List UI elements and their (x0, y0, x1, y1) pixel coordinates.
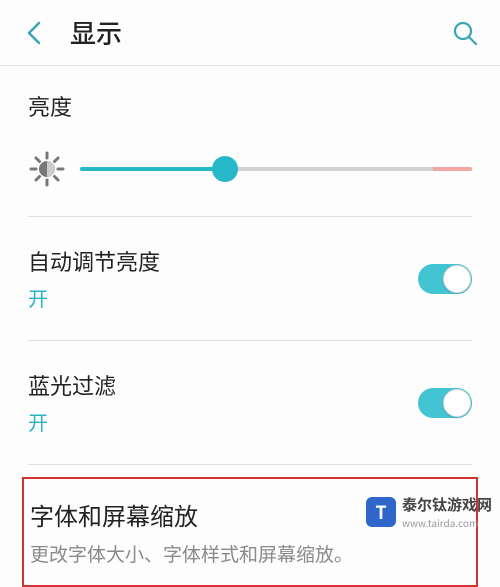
blue-light-status: 开 (28, 407, 418, 436)
page-title: 显示 (70, 14, 448, 51)
auto-brightness-status: 开 (28, 283, 418, 312)
font-zoom-title: 字体和屏幕缩放 (30, 497, 470, 532)
blue-light-row[interactable]: 蓝光过滤 开 (28, 341, 472, 465)
brightness-section: 亮度 (28, 66, 472, 217)
auto-brightness-title: 自动调节亮度 (28, 245, 418, 277)
back-button[interactable] (18, 16, 52, 50)
slider-thumb (212, 156, 238, 182)
brightness-label: 亮度 (28, 90, 472, 122)
brightness-slider[interactable] (80, 154, 472, 184)
search-icon (451, 19, 479, 47)
font-zoom-row[interactable]: 字体和屏幕缩放 更改字体大小、字体样式和屏幕缩放。 (22, 477, 478, 587)
auto-brightness-switch[interactable] (418, 264, 472, 294)
header: 显示 (0, 0, 500, 66)
font-zoom-desc: 更改字体大小、字体样式和屏幕缩放。 (30, 540, 470, 567)
blue-light-switch[interactable] (418, 388, 472, 418)
blue-light-title: 蓝光过滤 (28, 369, 418, 401)
auto-brightness-row[interactable]: 自动调节亮度 开 (28, 217, 472, 341)
chevron-left-icon (25, 20, 45, 46)
brightness-icon (28, 150, 66, 188)
search-button[interactable] (448, 16, 482, 50)
slider-fill (80, 167, 225, 171)
